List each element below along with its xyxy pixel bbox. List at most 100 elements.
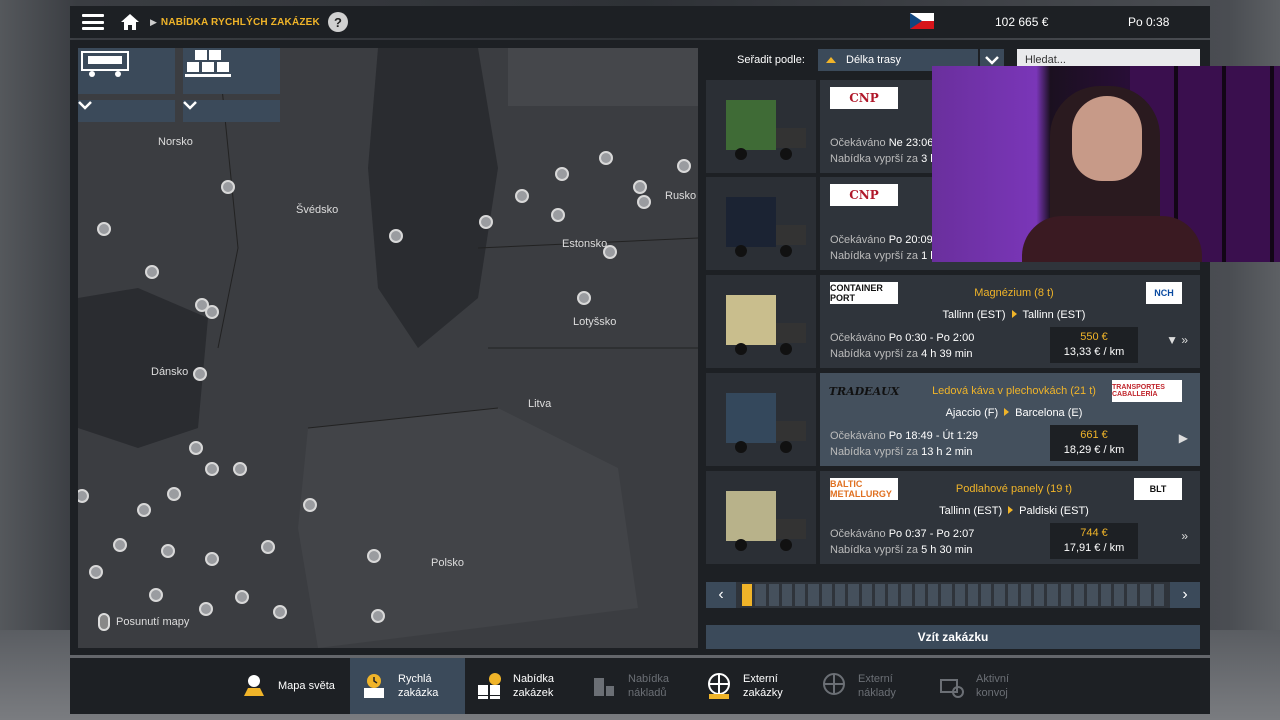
city-marker[interactable]: [189, 441, 203, 455]
job-row[interactable]: CONTAINER PORT NCH Magnézium (8 t) Talli…: [706, 275, 1200, 368]
prev-page-button[interactable]: ‹: [706, 582, 736, 608]
home-icon[interactable]: [120, 13, 140, 31]
route-arrow-icon: [1004, 408, 1010, 416]
page-slot[interactable]: [848, 584, 859, 606]
page-slot[interactable]: [1087, 584, 1098, 606]
city-marker[interactable]: [193, 367, 207, 381]
city-marker[interactable]: [677, 159, 691, 173]
page-slot[interactable]: [888, 584, 899, 606]
route: Tallinn (EST) Tallinn (EST): [942, 309, 1086, 321]
page-slot[interactable]: [981, 584, 992, 606]
tab-external-jobs[interactable]: Externí zakázky: [705, 658, 815, 714]
page-slot[interactable]: [1060, 584, 1072, 606]
page-slot[interactable]: [1074, 584, 1085, 606]
sort-label: Seřadit podle:: [737, 54, 805, 66]
route-arrow-icon: [1008, 506, 1014, 514]
page-slot[interactable]: [901, 584, 912, 606]
cargo-name: Ledová káva v plechovkách (21 t): [932, 385, 1096, 397]
page-slot[interactable]: [967, 584, 979, 606]
page-slot[interactable]: [1127, 584, 1138, 606]
truck-filter-button[interactable]: [78, 48, 175, 94]
city-marker[interactable]: [599, 151, 613, 165]
page-slot[interactable]: [1100, 584, 1111, 606]
help-button[interactable]: ?: [327, 12, 348, 32]
city-marker[interactable]: [479, 215, 493, 229]
take-job-button[interactable]: Vzít zakázku: [706, 625, 1200, 649]
page-slot[interactable]: [808, 584, 819, 606]
city-marker[interactable]: [577, 291, 591, 305]
city-marker[interactable]: [113, 538, 127, 552]
expected-time: Očekáváno Po 0:37 - Po 2:07: [830, 528, 975, 540]
tab-active-convoy: Aktivní konvoj: [938, 658, 1048, 714]
city-marker[interactable]: [371, 609, 385, 623]
city-marker[interactable]: [137, 503, 151, 517]
tab-label: Externí zakázky: [743, 673, 783, 699]
city-marker[interactable]: [97, 222, 111, 236]
breadcrumb[interactable]: NABÍDKA RYCHLÝCH ZAKÁZEK: [161, 17, 320, 28]
city-marker[interactable]: [603, 245, 617, 259]
page-slot[interactable]: [914, 584, 925, 606]
city-marker[interactable]: [161, 544, 175, 558]
page-slot[interactable]: [941, 584, 952, 606]
city-marker[interactable]: [261, 540, 275, 554]
offer-expiry: Nabídka vyprší za 5 h 30 min: [830, 544, 973, 556]
page-slot[interactable]: [1020, 584, 1032, 606]
city-marker[interactable]: [389, 229, 403, 243]
city-marker[interactable]: [303, 498, 317, 512]
offer-expiry: Nabídka vyprší za 3 h: [830, 153, 937, 165]
page-slot[interactable]: [1153, 584, 1164, 606]
city-marker[interactable]: [205, 552, 219, 566]
czech-flag-icon: [910, 13, 934, 29]
tab-world-map[interactable]: Mapa světa: [240, 658, 350, 714]
next-page-button[interactable]: ›: [1170, 582, 1200, 608]
cargo-filter-button[interactable]: [183, 48, 280, 94]
tab-quick-job[interactable]: Rychlá zakázka: [350, 658, 465, 714]
page-slot[interactable]: [994, 584, 1005, 606]
page-slot[interactable]: [755, 584, 766, 606]
cargo-filter-dropdown[interactable]: [183, 100, 280, 122]
page-slot[interactable]: [861, 584, 872, 606]
tab-job-offers[interactable]: Nabídka zakázek: [475, 658, 585, 714]
page-slot[interactable]: [927, 584, 939, 606]
menu-icon[interactable]: [82, 14, 104, 30]
job-row-selected[interactable]: TRADEAUX TRANSPORTES CABALLERÍA Ledová k…: [706, 373, 1200, 466]
page-slot[interactable]: [1113, 584, 1125, 606]
expand-arrow-icon[interactable]: ▶: [1179, 431, 1188, 445]
city-marker[interactable]: [167, 487, 181, 501]
job-row[interactable]: BALTIC METALLURGY BLT Podlahové panely (…: [706, 471, 1200, 564]
city-marker[interactable]: [515, 189, 529, 203]
city-marker[interactable]: [633, 180, 647, 194]
city-marker[interactable]: [149, 588, 163, 602]
world-map[interactable]: Norsko Švédsko Rusko Estonsko Lotyšsko D…: [78, 48, 698, 648]
city-marker[interactable]: [273, 605, 287, 619]
cargo-attributes-icon: ▼ »: [1166, 333, 1188, 347]
page-slot[interactable]: [795, 584, 806, 606]
page-slot[interactable]: [1047, 584, 1058, 606]
page-slot[interactable]: [1140, 584, 1151, 606]
page-slot[interactable]: [1034, 584, 1045, 606]
page-slot[interactable]: [781, 584, 793, 606]
north-sea: [78, 288, 208, 448]
city-marker[interactable]: [145, 265, 159, 279]
city-marker[interactable]: [205, 462, 219, 476]
city-marker[interactable]: [233, 462, 247, 476]
page-slot[interactable]: [742, 584, 753, 606]
page-slot[interactable]: [768, 584, 779, 606]
city-marker[interactable]: [221, 180, 235, 194]
city-marker[interactable]: [199, 602, 213, 616]
city-marker[interactable]: [205, 305, 219, 319]
price-box: 744 €17,91 € / km: [1050, 523, 1138, 559]
city-marker[interactable]: [551, 208, 565, 222]
page-slot[interactable]: [874, 584, 886, 606]
city-marker[interactable]: [367, 549, 381, 563]
city-marker[interactable]: [637, 195, 651, 209]
city-marker[interactable]: [235, 590, 249, 604]
truck-filter-dropdown[interactable]: [78, 100, 175, 122]
page-slot[interactable]: [821, 584, 832, 606]
page-slot[interactable]: [1007, 584, 1018, 606]
city-marker[interactable]: [89, 565, 103, 579]
job-info: BALTIC METALLURGY BLT Podlahové panely (…: [820, 471, 1200, 564]
page-slot[interactable]: [834, 584, 846, 606]
page-slot[interactable]: [954, 584, 965, 606]
city-marker[interactable]: [555, 167, 569, 181]
